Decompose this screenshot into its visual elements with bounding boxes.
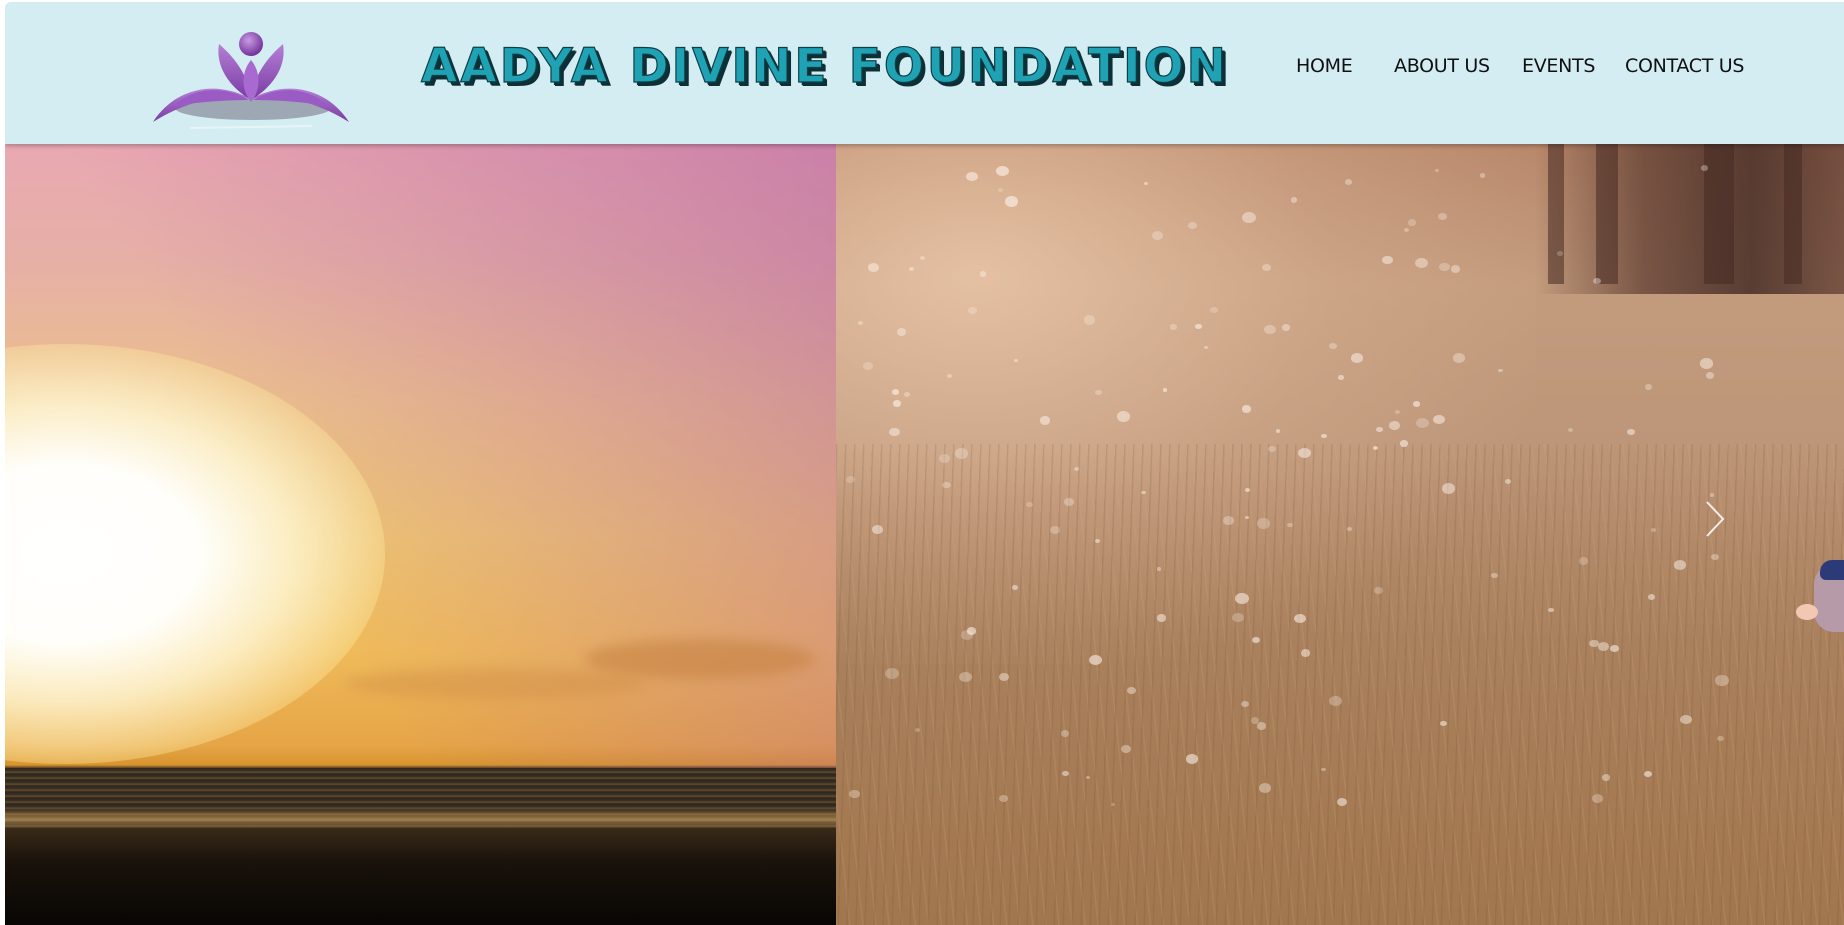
- bokeh-dot: [1064, 498, 1075, 506]
- bokeh-dot: [1120, 744, 1131, 753]
- main-nav: HOME ABOUT US EVENTS CONTACT US: [1290, 50, 1760, 82]
- bokeh-dot: [1645, 384, 1652, 390]
- lotus-logo-icon[interactable]: [145, 28, 351, 132]
- bokeh-dot: [1094, 538, 1101, 543]
- bokeh-dot: [1241, 405, 1251, 413]
- bokeh-dot: [1223, 516, 1235, 525]
- bokeh-dot: [1235, 593, 1249, 605]
- bokeh-dot: [915, 727, 921, 732]
- bokeh-dot: [1715, 675, 1729, 686]
- bokeh-dot: [1717, 735, 1724, 741]
- bokeh-dot: [1060, 729, 1070, 737]
- bokeh-dot: [1709, 493, 1714, 497]
- bokeh-dot: [1293, 613, 1306, 624]
- bokeh-dot: [996, 165, 1009, 176]
- bokeh-dot: [1321, 433, 1327, 438]
- sunset-over-sea-image: [5, 144, 836, 925]
- site-header: AADYA DIVINE FOUNDATION HOME ABOUT US EV…: [5, 2, 1844, 144]
- bokeh-dot: [1480, 173, 1486, 178]
- bokeh-dot: [1013, 358, 1018, 362]
- bokeh-dot: [1011, 584, 1018, 590]
- bokeh-dot: [997, 187, 1003, 192]
- nav-about-us[interactable]: ABOUT US: [1394, 50, 1490, 82]
- bokeh-dot: [1089, 654, 1102, 665]
- bokeh-dot: [1650, 527, 1656, 532]
- bokeh-dot: [968, 307, 977, 315]
- bokeh-dot: [1437, 213, 1447, 221]
- bokeh-dot: [1252, 636, 1260, 643]
- nav-events[interactable]: EVENTS: [1522, 50, 1595, 82]
- bokeh-dot: [1440, 720, 1447, 726]
- bokeh-dot: [1433, 414, 1445, 424]
- bokeh-dot: [903, 391, 910, 397]
- bokeh-dot: [1395, 409, 1400, 414]
- bokeh-dot: [1244, 488, 1250, 492]
- bokeh-dot: [1373, 586, 1383, 595]
- dry-grass: [836, 444, 1844, 925]
- bokeh-dot: [1276, 429, 1281, 433]
- beach-foreground: [5, 828, 836, 925]
- bokeh-dot: [872, 524, 884, 534]
- bokeh-dot: [1083, 315, 1096, 325]
- bokeh-dot: [1680, 714, 1692, 724]
- bokeh-dot: [1244, 515, 1249, 519]
- bokeh-dot: [1231, 612, 1244, 622]
- bokeh-dot: [1568, 427, 1574, 432]
- bokeh-dot: [867, 262, 880, 272]
- bokeh-dot: [1336, 797, 1347, 806]
- bokeh-dot: [1117, 411, 1131, 422]
- bokeh-dot: [999, 673, 1009, 682]
- child-in-dry-grass-field-image: [836, 144, 1844, 925]
- bokeh-dot: [1162, 388, 1168, 392]
- bokeh-dot: [1674, 560, 1687, 570]
- page: AADYA DIVINE FOUNDATION HOME ABOUT US EV…: [5, 2, 1844, 925]
- bokeh-dot: [1705, 371, 1715, 379]
- bokeh-dot: [979, 271, 987, 277]
- bokeh-dot: [1644, 770, 1652, 777]
- bokeh-dot: [1151, 231, 1163, 240]
- bokeh-dot: [999, 794, 1008, 802]
- bokeh-dot: [1579, 557, 1589, 565]
- bokeh-dot: [1186, 754, 1198, 764]
- hero-slideshow: [5, 144, 1844, 925]
- bokeh-dot: [1004, 196, 1018, 207]
- bokeh-dot: [1450, 265, 1461, 273]
- bokeh-dot: [1127, 686, 1136, 694]
- bokeh-dot: [942, 481, 951, 489]
- bokeh-dot: [1329, 342, 1337, 349]
- bokeh-dot: [1416, 417, 1429, 428]
- bokeh-dot: [1039, 415, 1051, 425]
- bokeh-dot: [1597, 642, 1609, 651]
- bokeh-dot: [1700, 165, 1709, 171]
- bokeh-dot: [1441, 483, 1455, 494]
- bokeh-dot: [1338, 375, 1344, 380]
- bokeh-dot: [1290, 197, 1298, 203]
- bokeh-dot: [1403, 227, 1409, 232]
- bokeh-dot: [897, 328, 907, 336]
- bokeh-dot: [1711, 553, 1719, 560]
- bokeh-dot: [1250, 716, 1260, 724]
- bokeh-dot: [1626, 429, 1635, 436]
- bokeh-dot: [1593, 278, 1601, 285]
- bokeh-dot: [884, 667, 899, 680]
- nav-contact-us[interactable]: CONTACT US: [1625, 50, 1744, 82]
- bokeh-dot: [1287, 522, 1293, 527]
- bokeh-dot: [1700, 358, 1714, 369]
- bokeh-dot: [1498, 368, 1503, 373]
- bokeh-dot: [1407, 219, 1416, 226]
- site-title[interactable]: AADYA DIVINE FOUNDATION: [420, 36, 1226, 98]
- bokeh-dot: [1256, 518, 1270, 529]
- bokeh-dot: [846, 475, 855, 483]
- bokeh-dot: [849, 790, 860, 799]
- bokeh-dot: [1351, 353, 1364, 363]
- bokeh-dot: [1203, 345, 1208, 349]
- nav-home[interactable]: HOME: [1296, 50, 1353, 82]
- chevron-right-icon[interactable]: [1703, 498, 1727, 540]
- bokeh-dot: [1438, 262, 1450, 272]
- bokeh-dot: [1170, 324, 1177, 330]
- bokeh-dot: [1329, 695, 1342, 706]
- bokeh-dot: [1452, 353, 1465, 363]
- bokeh-dot: [958, 671, 972, 683]
